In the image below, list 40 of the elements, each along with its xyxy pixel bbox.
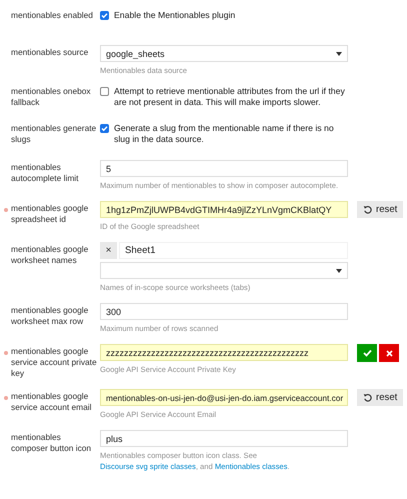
select-field[interactable] <box>100 262 348 279</box>
reset-button[interactable]: reset <box>357 201 404 218</box>
list-item: Sheet1 <box>119 242 348 259</box>
setting-label: mentionables google worksheet names <box>11 243 90 267</box>
undo-icon <box>363 205 372 214</box>
reset-button[interactable]: reset <box>357 389 404 406</box>
cancel-button[interactable] <box>379 344 399 362</box>
setting-label: mentionables enabled <box>11 10 94 21</box>
input-field[interactable]: zzzzzzzzzzzzzzzzzzzzzzzzzzzzzzzzzzzzzzzzzzzzz <box>100 344 348 361</box>
modified-dot <box>4 396 8 400</box>
caret-icon <box>336 52 342 56</box>
checkbox-label: Attempt to retrieve mentionable attributes from the url if they are not present in data. This will make imports slower. <box>114 86 346 108</box>
checkbox[interactable] <box>100 87 109 96</box>
undo-icon <box>363 393 372 402</box>
setting-label: mentionables source <box>11 46 90 59</box>
setting-label: mentionables onebox fallback <box>11 86 92 108</box>
setting-label: mentionables generate slugs <box>11 123 98 145</box>
setting-label: mentionables google worksheet max row <box>11 304 90 328</box>
checkbox[interactable] <box>100 124 109 133</box>
input-field[interactable]: 1hg1zPmZjlUWPB4vdGTIMHr4a9jlZzYLnVgmCKBlatQY <box>100 201 348 218</box>
save-button[interactable] <box>357 344 377 362</box>
checkbox[interactable] <box>100 11 109 20</box>
setting-label: mentionables google service account private key <box>11 345 98 379</box>
select-field[interactable]: google_sheets <box>100 45 348 62</box>
setting-label: mentionables composer button icon <box>11 431 92 455</box>
close-icon <box>386 350 392 356</box>
setting-label: mentionables google service account email <box>11 390 93 414</box>
input-field[interactable]: 5 <box>100 160 348 177</box>
checkbox-label: Enable the Mentionables plugin <box>114 10 236 21</box>
input-field[interactable]: 300 <box>100 303 348 320</box>
input-field[interactable]: plus <box>100 430 348 447</box>
caret-icon <box>336 268 342 272</box>
modified-dot <box>4 208 8 212</box>
input-field[interactable]: mentionables-on-usi-jen-do@usi-jen-do.iam.gserviceaccount.cor <box>100 389 348 406</box>
remove-button[interactable]: × <box>100 242 117 259</box>
setting-label: mentionables google spreadsheet id <box>11 202 90 226</box>
checkbox-label: Generate a slug from the mentionable name if there is no slug in the data source. <box>114 123 335 145</box>
modified-dot <box>4 351 8 355</box>
check-icon <box>362 349 372 357</box>
setting-label: mentionables autocomplete limit <box>11 161 80 185</box>
